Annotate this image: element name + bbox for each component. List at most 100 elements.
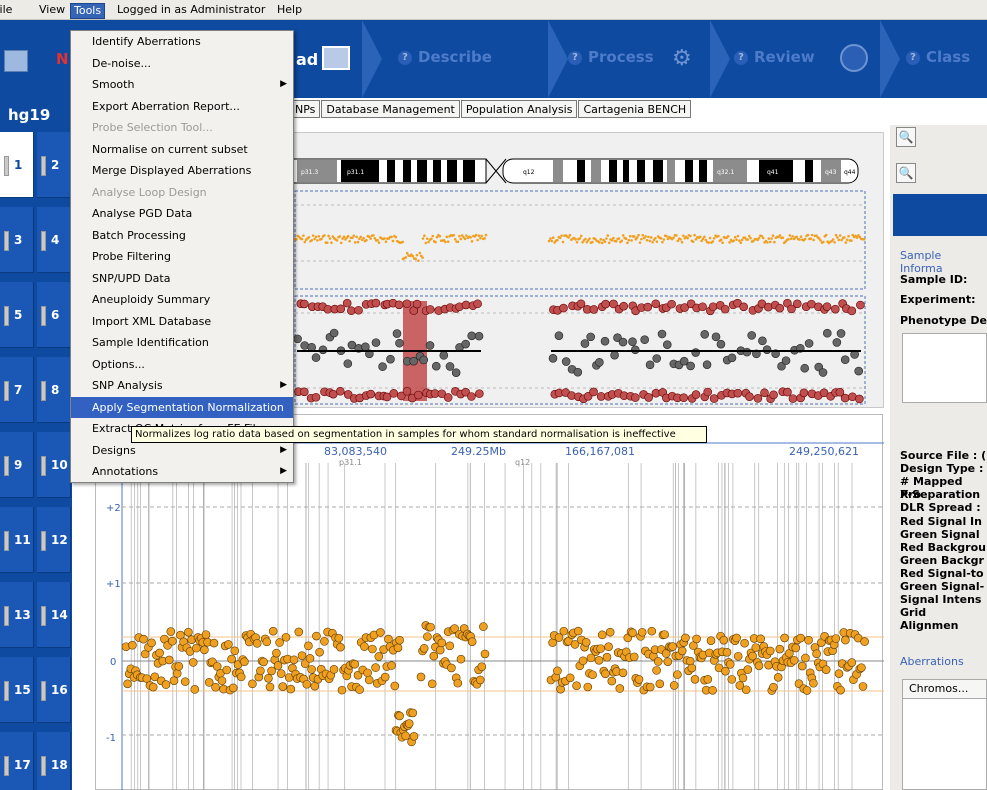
zoom-out-icon[interactable]: 🔍 <box>896 163 916 183</box>
menu-tools[interactable]: Tools <box>70 3 106 19</box>
ideogram-band <box>653 160 663 182</box>
chromosome-12-button[interactable]: 12 <box>37 507 71 573</box>
chromosome-11-button[interactable]: 11 <box>0 507 34 573</box>
chromosome-1-button[interactable]: 1 <box>0 132 34 198</box>
probe-point <box>335 239 339 242</box>
chromosome-8-button[interactable]: 8 <box>37 357 71 423</box>
menu-help[interactable]: Help <box>277 3 302 19</box>
probe-point <box>421 237 425 240</box>
tools-menu-item-5[interactable]: Normalise on current subset <box>71 139 293 160</box>
tools-menu-item-11[interactable]: SNP/UPD Data <box>71 268 293 289</box>
tools-menu-item-8[interactable]: Analyse PGD Data <box>71 203 293 224</box>
log-ratio-point <box>860 637 869 646</box>
chromosome-18-button[interactable]: 18 <box>37 732 71 790</box>
gear-icon: ⚙ <box>672 46 692 71</box>
menu-file[interactable]: File <box>0 3 12 19</box>
tools-menu-item-20[interactable]: Annotations ▶ <box>71 461 293 482</box>
workflow-process-button[interactable]: ? Process <box>568 48 654 66</box>
probe-point <box>330 241 333 244</box>
tools-menu-item-10[interactable]: Probe Filtering <box>71 246 293 267</box>
tools-menu-item-15[interactable]: Options... <box>71 354 293 375</box>
tab-snps[interactable]: NPs <box>290 100 321 118</box>
chromosome-15-button[interactable]: 15 <box>0 657 34 723</box>
tools-menu-item-2[interactable]: Smooth ▶ <box>71 74 293 95</box>
log-ratio-point <box>583 682 593 692</box>
log-ratio-point <box>447 663 456 673</box>
submenu-arrow-icon: ▶ <box>280 79 287 89</box>
ideogram[interactable]: p31.3 p31.1 q12 q32.1 q41 q43 q44 <box>290 158 859 184</box>
probe-point <box>307 235 311 239</box>
help-icon: ? <box>734 50 748 65</box>
snp-point <box>822 328 832 338</box>
probe-point <box>655 240 659 243</box>
probe-point <box>550 239 554 243</box>
tools-menu-item-0[interactable]: Identify Aberrations <box>71 31 293 52</box>
zoom-in-icon[interactable]: 🔍 <box>896 127 916 147</box>
probe-point <box>679 238 682 241</box>
chromosome-5-button[interactable]: 5 <box>0 282 34 348</box>
log-ratio-point <box>708 685 717 695</box>
chromosome-14-button[interactable]: 14 <box>37 582 71 648</box>
probe-point <box>850 239 853 242</box>
log-ratio-point <box>364 675 374 685</box>
log-ratio-point <box>368 644 377 654</box>
log-ratio-point <box>387 661 396 670</box>
workflow-review-button[interactable]: ? Review <box>734 48 815 66</box>
tools-menu-item-1[interactable]: De-noise... <box>71 53 293 74</box>
snp-point <box>467 392 476 401</box>
source-field-label: Red Backgrou <box>900 540 986 554</box>
menu-view[interactable]: View <box>39 3 65 19</box>
log-ratio-point <box>618 668 628 678</box>
snp-point <box>847 306 857 316</box>
workflow-classify-button[interactable]: ? Class <box>906 48 970 66</box>
chromosome-2-button[interactable]: 2 <box>37 132 71 198</box>
log-ratio-point <box>147 638 156 648</box>
chromosome-9-button[interactable]: 9 <box>0 432 34 498</box>
snp-point <box>554 331 564 340</box>
snp-point <box>708 302 718 312</box>
tools-menu-item-6[interactable]: Merge Displayed Aberrations <box>71 160 293 181</box>
workflow-load-button[interactable]: ad <box>296 50 318 69</box>
chromosome-13-button[interactable]: 13 <box>0 582 34 648</box>
snp-point <box>561 357 571 366</box>
tools-menu-item-label: Apply Segmentation Normalization <box>92 400 284 414</box>
chromosome-7-button[interactable]: 7 <box>0 357 34 423</box>
snp-point <box>662 340 672 349</box>
tab-database-management[interactable]: Database Management <box>321 100 460 118</box>
snp-point <box>467 331 477 341</box>
chromosome-ideogram-icon <box>4 456 9 476</box>
probe-point <box>798 238 801 241</box>
snp-point <box>855 394 864 404</box>
probe-point <box>584 237 587 241</box>
tab-population-analysis[interactable]: Population Analysis <box>460 100 578 118</box>
log-ratio-point <box>307 665 316 674</box>
probe-point <box>427 240 430 244</box>
tools-menu-item-14[interactable]: Sample Identification <box>71 332 293 353</box>
snp-point <box>640 335 649 345</box>
sample-id-label: Sample ID: <box>900 273 968 286</box>
tools-menu-item-16[interactable]: SNP Analysis ▶ <box>71 375 293 396</box>
chromosome-10-button[interactable]: 10 <box>37 432 71 498</box>
tools-menu-item-9[interactable]: Batch Processing <box>71 225 293 246</box>
aberrations-table-header[interactable]: Chromos... <box>902 679 987 699</box>
chromosome-6-button[interactable]: 6 <box>37 282 71 348</box>
chromosome-3-button[interactable]: 3 <box>0 207 34 273</box>
chromosome-16-button[interactable]: 16 <box>37 657 71 723</box>
source-field-label: Green Signal- <box>900 580 985 593</box>
sample-info-title: Sample Informa <box>900 249 943 275</box>
workflow-describe-button[interactable]: ? Describe <box>398 48 492 66</box>
chromosome-17-button[interactable]: 17 <box>0 732 34 790</box>
tab-cartagenia-bench[interactable]: Cartagenia BENCH <box>578 100 692 118</box>
tools-menu-item-3[interactable]: Export Aberration Report... <box>71 96 293 117</box>
ideogram-band <box>699 160 707 182</box>
phenotype-field[interactable] <box>902 333 987 403</box>
tools-menu-item-12[interactable]: Aneuploidy Summary <box>71 289 293 310</box>
probe-point <box>647 235 650 239</box>
chromosome-4-button[interactable]: 4 <box>37 207 71 273</box>
probe-point <box>383 237 386 240</box>
log-ratio-point <box>294 627 304 637</box>
tools-menu-item-17[interactable]: Apply Segmentation Normalization <box>71 396 293 418</box>
snp-point <box>804 339 814 348</box>
log-ratio-point <box>374 652 384 661</box>
tools-menu-item-13[interactable]: Import XML Database <box>71 311 293 332</box>
